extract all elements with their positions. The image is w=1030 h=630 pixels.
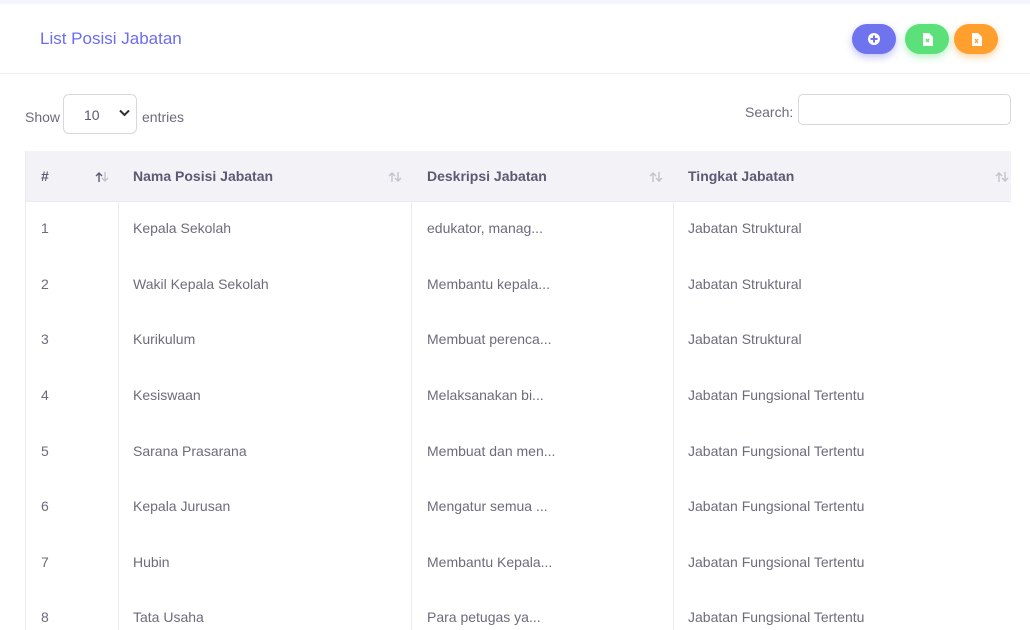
table-row: 5 Sarana Prasarana Membuat dan men... Ja… bbox=[26, 430, 1011, 486]
search-input[interactable] bbox=[798, 94, 1011, 125]
cell-nama: Kurikulum bbox=[133, 331, 196, 347]
cell-nama: Kepala Jurusan bbox=[133, 498, 231, 514]
cell-tingkat: Jabatan Fungsional Tertentu bbox=[688, 554, 865, 570]
cell-nama: Hubin bbox=[133, 554, 170, 570]
cell-nama: Kesiswaan bbox=[133, 387, 201, 403]
cell-deskripsi: Para petugas ya... bbox=[427, 609, 541, 625]
table-row: 7 Hubin Membantu Kepala... Jabatan Fungs… bbox=[26, 541, 1011, 597]
cell-deskripsi: Melaksanakan bi... bbox=[427, 387, 544, 403]
table-row: 6 Kepala Jurusan Mengatur semua ... Jaba… bbox=[26, 485, 1011, 541]
chevron-down-icon bbox=[119, 109, 130, 117]
cell-tingkat: Jabatan Fungsional Tertentu bbox=[688, 443, 865, 459]
sort-ascending-icon[interactable] bbox=[94, 171, 110, 183]
add-button[interactable] bbox=[852, 24, 896, 54]
data-table: # Nama Posisi Jabatan Deskripsi Jabatan … bbox=[25, 151, 1011, 630]
file-x-icon bbox=[971, 32, 982, 46]
cell-number: 5 bbox=[41, 443, 49, 459]
export-pdf-button[interactable] bbox=[905, 24, 949, 54]
column-header-number[interactable]: # bbox=[41, 168, 49, 184]
content-card: List Posisi Jabatan Show 10 entries Sear… bbox=[0, 4, 1030, 630]
cell-number: 7 bbox=[41, 554, 49, 570]
cell-deskripsi: Membantu kepala... bbox=[427, 276, 550, 292]
cell-number: 2 bbox=[41, 276, 49, 292]
show-label: Show bbox=[25, 109, 61, 125]
table-row: 2 Wakil Kepala Sekolah Membantu kepala..… bbox=[26, 263, 1011, 319]
cell-nama: Wakil Kepala Sekolah bbox=[133, 276, 269, 292]
cell-nama: Sarana Prasarana bbox=[133, 443, 247, 459]
table-row: 1 Kepala Sekolah edukator, manag... Jaba… bbox=[26, 207, 1011, 263]
cell-deskripsi: Membantu Kepala... bbox=[427, 554, 553, 570]
card-header: List Posisi Jabatan bbox=[0, 4, 1030, 74]
cell-nama: Tata Usaha bbox=[133, 609, 204, 625]
column-header-nama[interactable]: Nama Posisi Jabatan bbox=[133, 168, 273, 184]
cell-tingkat: Jabatan Fungsional Tertentu bbox=[688, 387, 865, 403]
cell-nama: Kepala Sekolah bbox=[133, 220, 232, 236]
column-header-deskripsi[interactable]: Deskripsi Jabatan bbox=[427, 168, 547, 184]
table-row: 4 Kesiswaan Melaksanakan bi... Jabatan F… bbox=[26, 374, 1011, 430]
cell-tingkat: Jabatan Struktural bbox=[688, 220, 802, 236]
export-excel-button[interactable] bbox=[954, 24, 998, 54]
plus-circle-icon bbox=[868, 33, 880, 45]
cell-tingkat: Jabatan Fungsional Tertentu bbox=[688, 498, 865, 514]
table-row: 8 Tata Usaha Para petugas ya... Jabatan … bbox=[26, 596, 1011, 630]
sort-icon[interactable] bbox=[387, 171, 403, 183]
search-label: Search: bbox=[745, 104, 794, 120]
cell-deskripsi: Mengatur semua ... bbox=[427, 498, 548, 514]
page-title: List Posisi Jabatan bbox=[40, 29, 182, 48]
cell-deskripsi: Membuat dan men... bbox=[427, 443, 556, 459]
cell-number: 8 bbox=[41, 609, 49, 625]
sort-icon[interactable] bbox=[648, 171, 664, 183]
entries-length-value: 10 bbox=[84, 107, 100, 123]
table-row: 3 Kurikulum Membuat perenca... Jabatan S… bbox=[26, 318, 1011, 374]
cell-tingkat: Jabatan Struktural bbox=[688, 331, 802, 347]
cell-number: 4 bbox=[41, 387, 49, 403]
cell-number: 3 bbox=[41, 331, 49, 347]
sort-icon[interactable] bbox=[994, 171, 1010, 183]
column-header-tingkat[interactable]: Tingkat Jabatan bbox=[688, 168, 794, 184]
cell-number: 6 bbox=[41, 498, 49, 514]
entries-label: entries bbox=[142, 109, 185, 125]
cell-deskripsi: Membuat perenca... bbox=[427, 331, 552, 347]
entries-length-select[interactable]: 10 bbox=[63, 94, 137, 134]
cell-number: 1 bbox=[41, 220, 49, 236]
cell-tingkat: Jabatan Struktural bbox=[688, 276, 802, 292]
table-header: # Nama Posisi Jabatan Deskripsi Jabatan … bbox=[26, 151, 1011, 202]
cell-deskripsi: edukator, manag... bbox=[427, 220, 543, 236]
cell-tingkat: Jabatan Fungsional Tertentu bbox=[688, 609, 865, 625]
file-icon bbox=[922, 32, 933, 46]
